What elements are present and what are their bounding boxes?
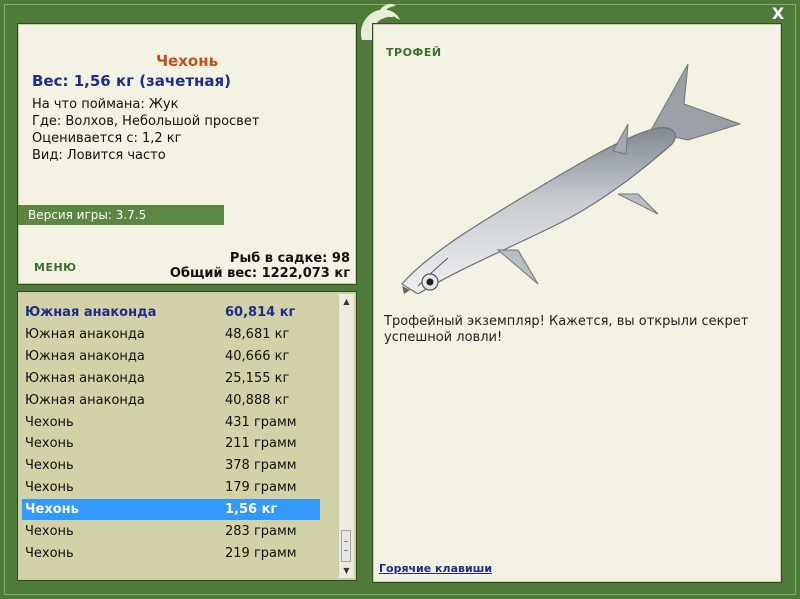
list-item-name: Чехонь <box>25 458 74 474</box>
list-item-name: Южная анаконда <box>25 305 157 320</box>
list-item-weight: 40,666 кг <box>225 348 290 364</box>
fish-detail-kind: Вид: Ловится часто <box>32 148 166 163</box>
list-item-name: Южная анаконда <box>25 392 145 408</box>
list-item[interactable]: Чехонь 1,56 кг <box>22 499 320 521</box>
list-item-name: Чехонь <box>25 480 74 496</box>
list-item-name: Чехонь <box>25 414 74 430</box>
version-bar: Версия игры: 3.7.5 <box>18 205 224 225</box>
fish-count: Рыб в садке: 98 <box>229 251 350 266</box>
list-item[interactable]: Чехонь 211 грамм <box>22 433 320 454</box>
list-item[interactable]: Южная анаконда 48,681 кг <box>22 324 320 345</box>
list-item-name: Чехонь <box>25 545 74 561</box>
total-weight: Общий вес: 1222,073 кг <box>169 266 350 281</box>
list-item-weight: 60,814 кг <box>225 305 296 320</box>
list-item[interactable]: Южная анаконда 40,666 кг <box>22 346 320 367</box>
trophy-message: Трофейный экземпляр! Кажется, вы открыли… <box>384 314 749 345</box>
list-item[interactable]: Южная анаконда 60,814 кг <box>22 302 320 323</box>
list-item-name: Южная анаконда <box>25 370 145 386</box>
list-item[interactable]: Чехонь 283 грамм <box>22 521 320 542</box>
list-item[interactable]: Чехонь 431 грамм <box>22 412 320 433</box>
list-item-weight: 179 грамм <box>225 480 297 496</box>
close-button[interactable]: X <box>768 4 788 24</box>
list-item[interactable]: Южная анаконда 25,155 кг <box>22 368 320 389</box>
list-item-name: Южная анаконда <box>25 326 145 342</box>
list-item[interactable]: Чехонь 219 грамм <box>22 543 320 564</box>
keepnet-stats: Рыб в садке: 98 Общий вес: 1222,073 кг <box>170 251 350 281</box>
list-item[interactable]: Чехонь 179 грамм <box>22 477 320 498</box>
fish-name: Чехонь <box>155 52 219 70</box>
list-item-weight: 40,888 кг <box>225 392 290 408</box>
list-item[interactable]: Южная анаконда 40,888 кг <box>22 390 320 411</box>
fish-info-panel: Чехонь Вес: 1,56 кг (зачетная) На что по… <box>17 23 357 285</box>
catch-list-panel: Южная анаконда 60,814 кг Южная анаконда 48,… <box>17 291 357 581</box>
list-item-weight: 378 грамм <box>225 458 297 474</box>
list-item-weight: 25,155 кг <box>225 370 290 386</box>
fish-detail-location: Где: Волхов, Небольшой просвет <box>32 114 260 129</box>
list-item-weight: 431 грамм <box>225 414 297 430</box>
fish-weight: Вес: 1,56 кг (зачетная) <box>32 72 232 90</box>
fish-detail-bait: На что поймана: Жук <box>32 97 179 112</box>
fish-image <box>401 63 742 294</box>
list-item-name: Чехонь <box>25 524 74 539</box>
list-item-weight: 1,56 кг <box>225 502 278 518</box>
list-item-weight: 48,681 кг <box>225 326 290 342</box>
list-item-weight: 283 грамм <box>225 524 297 539</box>
list-item-weight: 219 грамм <box>225 545 297 561</box>
list-item-name: Южная анаконда <box>25 348 145 364</box>
list-item[interactable]: Чехонь 378 грамм <box>22 455 320 476</box>
hotkeys-link[interactable]: Горячие клавиши <box>379 562 492 575</box>
fish-details: На что поймана: Жук Где: Волхов, Небольш… <box>32 96 259 164</box>
list-item-name: Чехонь <box>25 436 74 452</box>
list-item-name: Чехонь <box>25 502 79 518</box>
list-scrollbar[interactable]: ▲ ▼ <box>338 294 354 578</box>
list-item-weight: 211 грамм <box>225 436 297 452</box>
menu-button[interactable]: МЕНЮ <box>34 261 77 274</box>
fish-detail-rating: Оценивается с: 1,2 кг <box>32 131 182 146</box>
chevron-down-icon[interactable]: ▼ <box>339 563 354 578</box>
scrollbar-thumb[interactable] <box>341 530 351 562</box>
trophy-panel: ТРОФЕЙ Трофейный экземпляр! Кажется, вы … <box>372 23 782 583</box>
chevron-up-icon[interactable]: ▲ <box>339 294 354 309</box>
